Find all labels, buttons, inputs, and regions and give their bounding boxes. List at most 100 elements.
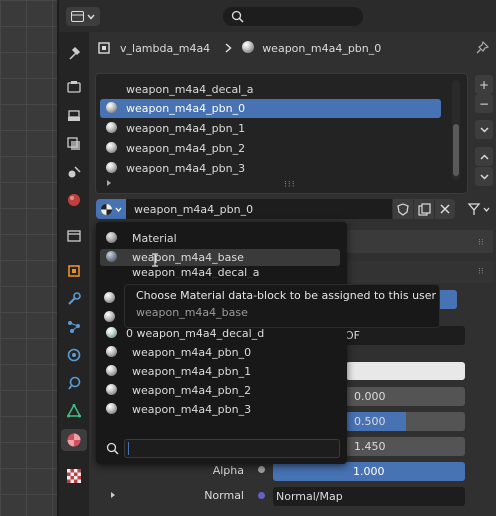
3d-viewport[interactable] bbox=[0, 0, 57, 516]
material-sphere-icon bbox=[100, 203, 113, 216]
material-sphere-icon bbox=[106, 364, 117, 379]
value-field-1-text: 0.000 bbox=[354, 390, 386, 403]
pin-icon[interactable] bbox=[476, 41, 489, 54]
render-icon bbox=[67, 80, 81, 94]
close-icon bbox=[440, 204, 450, 214]
normal-link-field[interactable]: Normal/Map bbox=[273, 487, 465, 506]
list-scrollbar[interactable] bbox=[452, 80, 460, 180]
remove-slot-button[interactable]: − bbox=[475, 94, 493, 113]
menu-search-input[interactable] bbox=[124, 439, 340, 458]
tab-texture[interactable] bbox=[61, 465, 87, 487]
material-icon bbox=[66, 432, 82, 448]
tab-view-layer[interactable] bbox=[61, 133, 87, 155]
tab-modifiers[interactable] bbox=[61, 288, 87, 310]
menu-item-label: 0 weapon_m4a4_decal_d bbox=[126, 327, 265, 340]
tab-particles[interactable] bbox=[61, 316, 87, 338]
duplicate-icon bbox=[417, 202, 431, 216]
add-slot-button[interactable]: + bbox=[475, 75, 493, 94]
panel-subheader[interactable] bbox=[347, 261, 493, 283]
value-field-3-text: 1.450 bbox=[354, 440, 386, 453]
tab-object[interactable] bbox=[61, 260, 87, 282]
tab-tool[interactable] bbox=[61, 42, 87, 64]
menu-item-label: weapon_m4a4_pbn_2 bbox=[132, 384, 252, 397]
fake-user-button[interactable] bbox=[393, 199, 413, 219]
tab-render[interactable] bbox=[61, 76, 87, 98]
tool-icon bbox=[67, 46, 81, 60]
material-sphere-icon bbox=[106, 121, 117, 136]
physics-icon bbox=[67, 348, 81, 362]
material-sphere-icon bbox=[106, 345, 117, 360]
list-item[interactable]: weapon_m4a4_pbn_3 bbox=[100, 159, 441, 178]
tooltip: Choose Material data-block to be assigne… bbox=[124, 284, 440, 328]
chevron-down-icon bbox=[480, 174, 489, 180]
text-caret bbox=[128, 442, 129, 455]
menu-item-label: weapon_m4a4_decal_a bbox=[132, 268, 260, 278]
list-item[interactable]: weapon_m4a4_pbn_1 bbox=[100, 119, 441, 138]
value-field-2[interactable]: 0.500 bbox=[346, 412, 465, 431]
new-material-button[interactable] bbox=[414, 199, 434, 219]
node-tree-dropdown[interactable] bbox=[467, 199, 494, 219]
view-layer-icon bbox=[67, 137, 81, 151]
normal-expand-icon[interactable] bbox=[110, 491, 116, 499]
menu-item[interactable]: Material bbox=[100, 230, 340, 247]
value-field-2-text: 0.500 bbox=[354, 415, 386, 428]
normal-link-value: Normal/Map bbox=[276, 490, 343, 503]
world-icon bbox=[67, 193, 81, 207]
panel-subheader-grip[interactable]: ⁝⁝ bbox=[478, 267, 484, 277]
list-item[interactable]: weapon_m4a4_decal_a bbox=[100, 80, 441, 99]
editor-type-button[interactable] bbox=[66, 7, 100, 26]
tab-physics[interactable] bbox=[61, 344, 87, 366]
tab-collection[interactable] bbox=[61, 225, 87, 247]
list-scrollbar-thumb[interactable] bbox=[453, 124, 459, 176]
tab-constraints[interactable] bbox=[61, 372, 87, 394]
normal-label: Normal bbox=[204, 489, 244, 502]
tab-material[interactable] bbox=[61, 429, 87, 451]
value-field-3[interactable]: 1.450 bbox=[346, 437, 465, 456]
value-field-1[interactable]: 0.000 bbox=[346, 387, 465, 406]
breadcrumb: v_lambda_m4a4 weapon_m4a4_pbn_0 bbox=[98, 40, 381, 56]
partial-field[interactable]: OF bbox=[340, 326, 465, 345]
material-sphere-icon bbox=[106, 402, 117, 417]
mesh-data-icon bbox=[67, 404, 81, 418]
output-icon bbox=[67, 109, 81, 123]
menu-item[interactable]: weapon_m4a4_pbn_2 bbox=[100, 382, 340, 399]
material-preview-icon bbox=[106, 250, 117, 265]
browse-material-button[interactable] bbox=[96, 199, 126, 219]
properties-search-input[interactable] bbox=[223, 7, 363, 26]
list-resize-grip[interactable]: ⁝⁝⁝ bbox=[284, 180, 296, 190]
properties-editor-icon bbox=[71, 11, 84, 22]
normal-socket-icon[interactable] bbox=[258, 492, 265, 499]
chevron-up-icon bbox=[480, 154, 489, 160]
list-item[interactable]: weapon_m4a4_pbn_2 bbox=[100, 139, 441, 158]
tab-scene[interactable] bbox=[61, 161, 87, 183]
menu-item[interactable]: weapon_m4a4_base bbox=[100, 249, 340, 266]
move-slot-up-button[interactable] bbox=[475, 147, 493, 166]
scene-icon bbox=[67, 165, 81, 179]
alpha-value: 1.000 bbox=[353, 465, 385, 478]
menu-item[interactable]: weapon_m4a4_pbn_1 bbox=[100, 363, 340, 380]
panel-header-grip[interactable]: ⁝⁝ bbox=[478, 238, 484, 248]
alpha-label: Alpha bbox=[212, 464, 244, 477]
slot-specials-button[interactable] bbox=[475, 120, 493, 139]
particles-icon bbox=[67, 320, 81, 334]
move-slot-down-button[interactable] bbox=[475, 167, 493, 186]
unlink-material-button[interactable] bbox=[435, 199, 455, 219]
list-item-label: weapon_m4a4_pbn_2 bbox=[126, 142, 246, 155]
color-swatch[interactable] bbox=[346, 362, 465, 380]
list-item[interactable]: weapon_m4a4_pbn_0 bbox=[100, 99, 441, 118]
panel-header[interactable] bbox=[347, 230, 493, 253]
chevron-down-icon bbox=[483, 207, 490, 212]
menu-item[interactable]: weapon_m4a4_decal_a bbox=[100, 268, 340, 278]
list-expand-icon[interactable] bbox=[106, 179, 112, 187]
material-sphere-icon bbox=[242, 40, 255, 56]
material-name-value: weapon_m4a4_pbn_0 bbox=[134, 202, 254, 216]
alpha-socket-icon[interactable] bbox=[258, 466, 265, 473]
menu-item[interactable]: weapon_m4a4_pbn_3 bbox=[100, 401, 340, 418]
material-name-field[interactable]: weapon_m4a4_pbn_0 bbox=[126, 199, 392, 219]
tab-world[interactable] bbox=[61, 189, 87, 211]
menu-item[interactable]: weapon_m4a4_pbn_0 bbox=[100, 344, 340, 361]
tab-data[interactable] bbox=[61, 400, 87, 422]
tab-output[interactable] bbox=[61, 105, 87, 127]
menu-item-label: weapon_m4a4_pbn_0 bbox=[132, 346, 252, 359]
alpha-field[interactable]: 1.000 bbox=[273, 462, 465, 481]
